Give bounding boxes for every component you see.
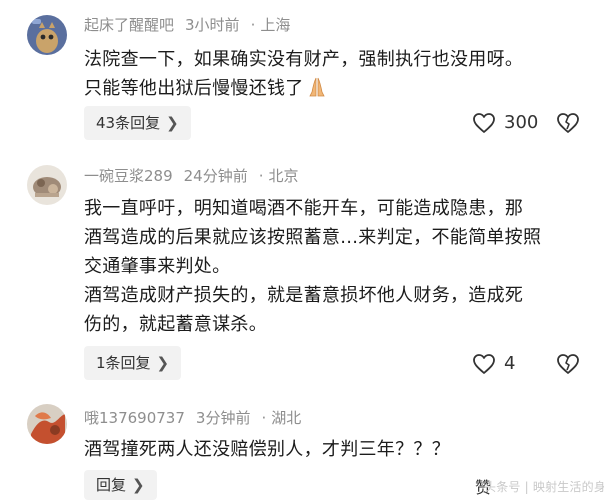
like-count: 4 bbox=[504, 353, 516, 374]
comment-line: 酒驾撞死两人还没赔偿别人，才判三年？？？ bbox=[84, 439, 450, 460]
comment-location: 北京 bbox=[268, 167, 299, 185]
like-button[interactable]: 4 bbox=[472, 349, 515, 379]
reply-count-label: 1条回复 bbox=[96, 354, 151, 372]
comment-body: 酒驾撞死两人还没赔偿别人，才判三年？？？ bbox=[84, 435, 584, 464]
comment-line: 交通肇事来判处。 bbox=[84, 256, 231, 277]
avatar[interactable] bbox=[27, 15, 67, 55]
like-button[interactable]: 300 bbox=[472, 108, 538, 138]
comment-meta: 起床了醒醒吧 3小时前 · 上海 bbox=[84, 15, 301, 35]
chevron-right-icon: ❯ bbox=[166, 114, 179, 132]
comment-time: 3小时前 bbox=[185, 16, 240, 34]
avatar[interactable] bbox=[27, 404, 67, 444]
comment-time: 3分钟前 bbox=[195, 409, 251, 427]
comment-time: 24分钟前 bbox=[183, 167, 248, 185]
comment-location: 湖北 bbox=[271, 409, 302, 427]
dislike-button[interactable] bbox=[556, 353, 580, 379]
view-replies-button[interactable]: 1条回复 ❯ bbox=[84, 346, 182, 380]
heart-outline-icon bbox=[473, 113, 495, 133]
chevron-right-icon: ❯ bbox=[156, 354, 170, 372]
view-replies-button[interactable]: 43条回复 ❯ bbox=[84, 106, 191, 140]
watermark: 头条号 | 映射生活的身影 bbox=[484, 480, 604, 494]
comment-feed: 起床了醒醒吧 3小时前 · 上海 法院查一下，如果确实没有财产，强制执行也没用呀。 只… bbox=[0, 0, 604, 500]
comment-line: 伤的，就起蓄意谋杀。 bbox=[84, 314, 267, 335]
broken-heart-icon bbox=[557, 113, 579, 133]
username[interactable]: 一碗豆浆289 bbox=[84, 167, 173, 185]
comment-location: 上海 bbox=[260, 16, 291, 34]
meta-separator: · bbox=[250, 16, 256, 34]
dislike-button[interactable] bbox=[556, 112, 580, 138]
pray-emoji-icon bbox=[306, 76, 328, 107]
comment-line: 只能等他出狱后慢慢还钱了 bbox=[84, 78, 304, 99]
heart-outline-icon bbox=[473, 354, 495, 374]
comment-body: 法院查一下，如果确实没有财产，强制执行也没用呀。 只能等他出狱后慢慢还钱了 bbox=[84, 45, 584, 107]
meta-separator: · bbox=[258, 167, 264, 185]
avatar[interactable] bbox=[27, 165, 67, 205]
chevron-right-icon: ❯ bbox=[132, 476, 145, 494]
username[interactable]: 起床了醒醒吧 bbox=[84, 16, 174, 34]
comment-body: 我一直呼吁，明知道喝酒不能开车，可能造成隐患，那 酒驾造成的后果就应该按照蓄意.… bbox=[84, 194, 584, 339]
comment-meta: 哦137690737 3分钟前 · 湖北 bbox=[84, 408, 312, 428]
like-count: 300 bbox=[504, 112, 539, 133]
comment-line: 酒驾造成的后果就应该按照蓄意...来判定，不能简单按照 bbox=[84, 227, 542, 248]
username[interactable]: 哦137690737 bbox=[84, 409, 185, 427]
reply-count-label: 43条回复 bbox=[96, 114, 161, 132]
reply-button[interactable]: 回复 ❯ bbox=[84, 470, 157, 500]
broken-heart-icon bbox=[557, 354, 579, 374]
comment-line: 法院查一下，如果确实没有财产，强制执行也没用呀。 bbox=[84, 49, 524, 70]
comment-line: 酒驾造成财产损失的，就是蓄意损坏他人财务，造成死 bbox=[84, 285, 524, 306]
comment-line: 我一直呼吁，明知道喝酒不能开车，可能造成隐患，那 bbox=[84, 198, 524, 219]
meta-separator: · bbox=[261, 409, 267, 427]
comment-line-with-emoji: 只能等他出狱后慢慢还钱了 bbox=[84, 74, 584, 107]
comment-meta: 一碗豆浆289 24分钟前 · 北京 bbox=[84, 166, 310, 186]
reply-label: 回复 bbox=[96, 476, 127, 494]
